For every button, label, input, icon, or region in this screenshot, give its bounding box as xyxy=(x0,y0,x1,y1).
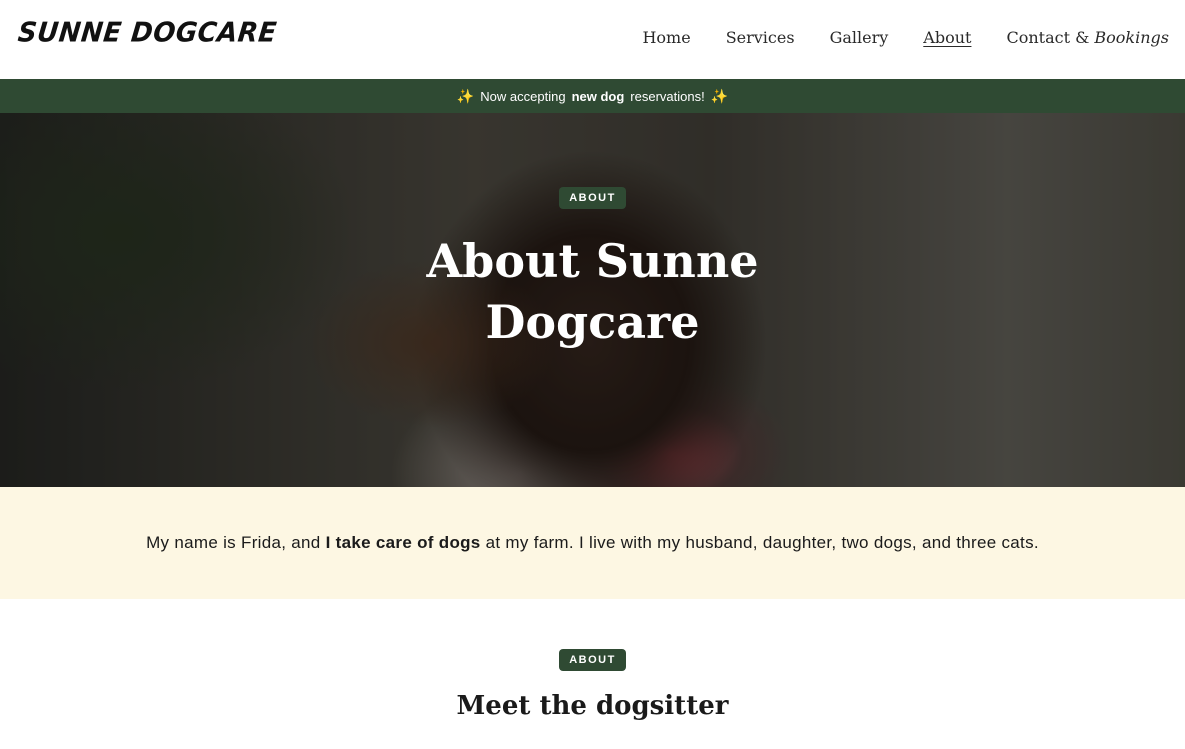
nav-about[interactable]: About xyxy=(923,28,971,47)
nav-home[interactable]: Home xyxy=(642,28,690,47)
announcement-prefix: Now accepting xyxy=(480,88,566,104)
meet-section: ABOUT Meet the dogsitter xyxy=(0,599,1185,749)
sparkle-icon: ✨ xyxy=(456,87,475,104)
announcement-suffix: reservations! xyxy=(630,88,705,104)
hero-content: ABOUT About Sunne Dogcare xyxy=(0,113,1185,487)
intro-suffix: at my farm. I live with my husband, daug… xyxy=(485,533,1039,552)
hero-banner: ABOUT About Sunne Dogcare xyxy=(0,113,1185,487)
site-header: SUNNE DOGCARE Home Services Gallery Abou… xyxy=(0,0,1185,79)
hero-title: About Sunne Dogcare xyxy=(426,234,759,349)
main-nav: Home Services Gallery About Contact & Bo… xyxy=(642,28,1169,47)
intro-prefix: My name is Frida, and xyxy=(146,533,321,552)
announcement-bar: ✨ Now accepting new dog reservations! ✨ xyxy=(0,79,1185,113)
hero-badge: ABOUT xyxy=(559,187,626,209)
nav-contact-label: Contact & xyxy=(1006,28,1095,47)
nav-bookings-label: Bookings xyxy=(1094,28,1169,47)
meet-badge: ABOUT xyxy=(559,649,626,671)
nav-contact-bookings[interactable]: Contact & Bookings xyxy=(1006,28,1169,47)
nav-services[interactable]: Services xyxy=(726,28,795,47)
sparkle-icon: ✨ xyxy=(710,87,729,104)
intro-band: My name is Frida, and I take care of dog… xyxy=(0,487,1185,599)
meet-title: Meet the dogsitter xyxy=(456,691,729,721)
site-logo[interactable]: SUNNE DOGCARE xyxy=(16,17,278,49)
intro-bold: I take care of dogs xyxy=(325,533,481,552)
announcement-bold: new dog xyxy=(571,88,625,104)
nav-gallery[interactable]: Gallery xyxy=(830,28,889,47)
intro-text: My name is Frida, and I take care of dog… xyxy=(146,533,1039,553)
